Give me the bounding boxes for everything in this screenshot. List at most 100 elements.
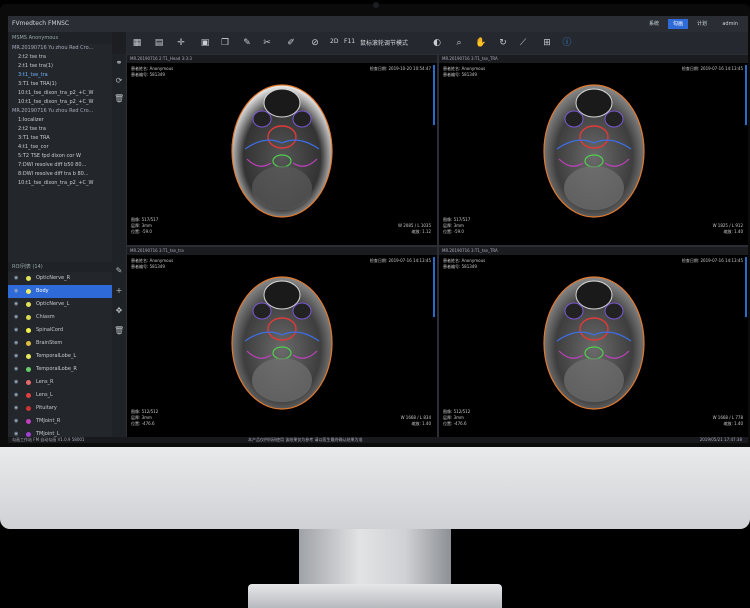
patient-id: 患者编号: 581349 <box>131 72 165 77</box>
crosshair-icon[interactable]: ✛ <box>174 36 188 50</box>
roi-name: Lens_R <box>36 379 54 385</box>
roi-item[interactable]: ◉ OpticNerve_R <box>8 272 112 285</box>
series-panel: MSMS Anonymous MR.20190716 Yu zhou Red C… <box>8 32 116 437</box>
webcam <box>373 2 379 8</box>
viewport-4[interactable]: MR.20190716 3:T1_tse_TRA 患者姓名: Anonymous 患… <box>438 246 748 438</box>
roi-item[interactable]: ◉ Lens_R <box>8 376 112 389</box>
viewport-title: MR.20190716 2:T1_Head 3:3:3 <box>127 55 437 63</box>
hand-pan-icon[interactable]: ✋ <box>474 36 488 50</box>
series-item[interactable]: 10:t1_tse_dixon_tra_p2_+C_W <box>8 179 112 188</box>
eye-icon[interactable]: ◉ <box>14 285 18 298</box>
roi-item[interactable]: ◉ Pituitary <box>8 402 112 415</box>
eye-icon[interactable]: ◉ <box>14 324 18 337</box>
series-item[interactable]: 8:DWI resolve diff tra b 80... <box>8 170 112 179</box>
zoom-level: 缩放: 1.40 <box>723 421 743 426</box>
series-group[interactable]: MR.20190716 Yu zhou Red Cro... <box>8 107 112 116</box>
tab-system[interactable]: 系统 <box>644 19 664 29</box>
roi-item[interactable]: ◉ Body <box>8 285 112 298</box>
copy-icon[interactable]: ❐ <box>218 36 232 50</box>
monitor-stand-base <box>248 584 502 608</box>
mri-slice <box>231 84 333 218</box>
app-title: FVmedtech FMNSC <box>12 20 70 27</box>
view-mode-label: 2D <box>330 38 339 45</box>
roi-item[interactable]: ◉ OpticNerve_L <box>8 298 112 311</box>
roi-color-swatch <box>26 302 31 307</box>
monitor-chin <box>0 447 750 529</box>
slice-scrollbar[interactable] <box>745 257 747 317</box>
patient-name: 患者姓名: Anonymous <box>443 66 486 71</box>
slice-scrollbar[interactable] <box>433 65 435 125</box>
roi-item[interactable]: ◉ Chiasm <box>8 311 112 324</box>
viewport-2[interactable]: MR.20190716 3:T1_tse_TRA 患者姓名: Anonymous 患… <box>438 54 748 246</box>
roi-item[interactable]: ◉ SpinalCord <box>8 324 112 337</box>
contrast-icon[interactable]: ◐ <box>430 36 444 50</box>
patient-id: 患者编号: 581349 <box>443 72 477 77</box>
slice-scrollbar[interactable] <box>745 65 747 125</box>
roi-name: TemporalLobe_R <box>36 366 77 372</box>
series-item[interactable]: 3:t1_tse_tra <box>8 71 112 80</box>
series-item[interactable]: 3:T1 tse TRA <box>8 134 112 143</box>
tab-plan[interactable]: 计划 <box>692 19 712 29</box>
roi-color-swatch <box>26 315 31 320</box>
trash-icon[interactable]: 🗑 <box>114 326 124 336</box>
eye-icon[interactable]: ◉ <box>14 311 18 324</box>
series-item[interactable]: 5:T2 TSE fpd dixon cor W <box>8 152 112 161</box>
eye-icon[interactable]: ◉ <box>14 376 18 389</box>
series-group[interactable]: MR.20190716 Yu zhou Red Cro... <box>8 44 112 53</box>
roi-item[interactable]: ◉ TemporalLobe_L <box>8 350 112 363</box>
eye-icon[interactable]: ◉ <box>14 415 18 428</box>
roi-item[interactable]: ◉ TMJoint_R <box>8 415 112 428</box>
layout-icon[interactable]: ▤ <box>152 36 166 50</box>
roi-item[interactable]: ◉ Lens_L <box>8 389 112 402</box>
add-icon[interactable]: + <box>114 286 124 296</box>
eye-icon[interactable]: ◉ <box>14 402 18 415</box>
roi-color-swatch <box>26 380 31 385</box>
eye-icon[interactable]: ◉ <box>14 350 18 363</box>
slice-thickness: 层厚: 3mm <box>443 223 464 228</box>
series-item[interactable]: 2:t1 tse tra(1) <box>8 62 112 71</box>
eye-icon[interactable]: ◉ <box>14 337 18 350</box>
series-item[interactable]: 3:T1 tse TRA(1) <box>8 80 112 89</box>
series-item[interactable]: 4:t1_tse_cor <box>8 143 112 152</box>
tab-contour[interactable]: 勾画 <box>668 19 689 29</box>
roi-color-swatch <box>26 341 31 346</box>
eye-icon[interactable]: ◉ <box>14 298 18 311</box>
viewport-1[interactable]: MR.20190716 2:T1_Head 3:3:3 患者姓名: Anonymo… <box>126 54 438 246</box>
roi-color-swatch <box>26 367 31 372</box>
grid-icon[interactable]: ⊞ <box>540 36 554 50</box>
eye-icon[interactable]: ◉ <box>14 389 18 402</box>
series-item[interactable]: 10:t1_tse_dixon_tra_p2_+C_W <box>8 98 112 107</box>
roi-item[interactable]: ◉ BrainStem <box>8 337 112 350</box>
slice-scrollbar[interactable] <box>433 257 435 317</box>
viewport-3[interactable]: MR.20190716 3:T1_tse_tra 患者姓名: Anonymous 患… <box>126 246 438 438</box>
mri-slice <box>543 84 645 218</box>
info-icon[interactable]: ⓘ <box>560 36 574 50</box>
series-item[interactable]: 7:DWI resolve diff b50 80... <box>8 161 112 170</box>
sync-icon[interactable]: ⟳ <box>114 76 124 86</box>
2d-view-icon[interactable]: ▦ <box>130 36 144 50</box>
zoom-icon[interactable]: ⌕ <box>452 36 466 50</box>
scissors-icon[interactable]: ✂ <box>260 36 274 50</box>
link-icon[interactable]: ⚭ <box>114 58 124 68</box>
slice-position: 位置: -476.6 <box>131 421 155 426</box>
rotate-icon[interactable]: ↻ <box>496 36 510 50</box>
eye-icon[interactable]: ◉ <box>14 363 18 376</box>
ruler-icon[interactable]: ⟋ <box>516 36 530 50</box>
roi-item[interactable]: ◉ TemporalLobe_R <box>8 363 112 376</box>
slice-position: 位置: -476.6 <box>443 421 467 426</box>
eraser-icon[interactable]: ⊘ <box>308 36 322 50</box>
move-icon[interactable]: ✥ <box>114 306 124 316</box>
brush-icon[interactable]: ✐ <box>284 36 298 50</box>
series-item[interactable]: 1:localizer <box>8 116 112 125</box>
eye-icon[interactable]: ◉ <box>14 272 18 285</box>
series-item[interactable]: 2:t2 tse tra <box>8 125 112 134</box>
save-icon[interactable]: ▣ <box>198 36 212 50</box>
delete-icon[interactable]: 🗑 <box>114 94 124 104</box>
series-item[interactable]: 2:t2 tse tra <box>8 53 112 62</box>
roi-name: BrainStem <box>36 340 63 346</box>
user-name[interactable]: admin <box>722 16 738 32</box>
roi-name: OpticNerve_L <box>36 301 70 307</box>
pen-icon[interactable]: ✎ <box>240 36 254 50</box>
series-item[interactable]: 10:t1_tse_dixon_tra_p2_+C_W <box>8 89 112 98</box>
edit-icon[interactable]: ✎ <box>114 266 124 276</box>
